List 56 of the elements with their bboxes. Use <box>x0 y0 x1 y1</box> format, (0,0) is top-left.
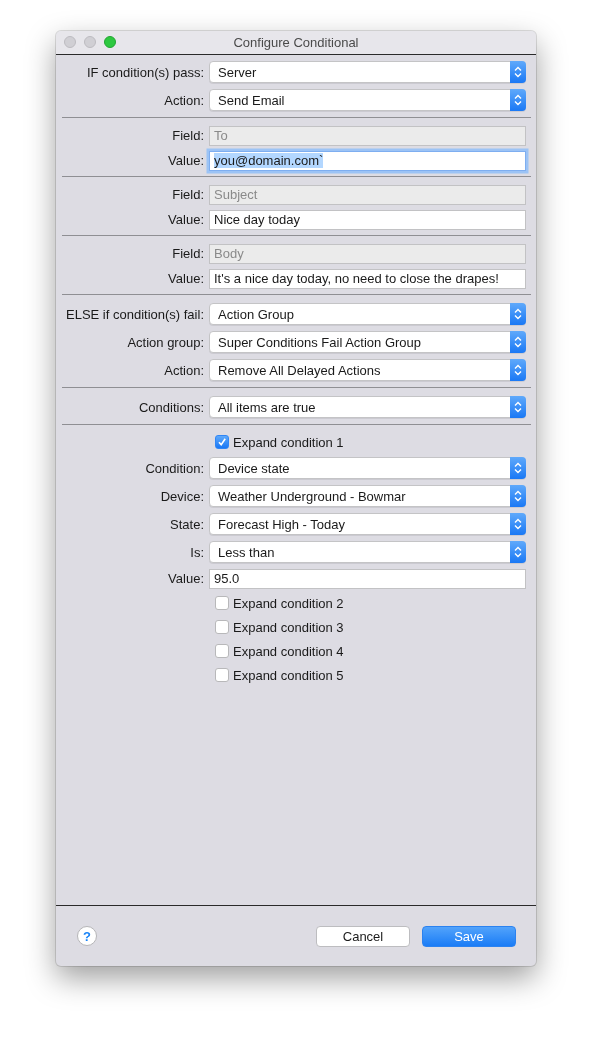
stepper-arrows-icon <box>514 94 522 106</box>
minimize-window-icon[interactable] <box>84 36 96 48</box>
help-button[interactable]: ? <box>77 926 97 946</box>
field-label: Value: <box>168 212 204 227</box>
readonly-field: Subject <box>209 184 526 205</box>
readonly-field: To <box>209 125 526 146</box>
input-field[interactable]: you@domain.com` <box>209 150 526 171</box>
field-label: Field: <box>172 246 204 261</box>
field-label: Action: <box>164 92 204 108</box>
popup-button[interactable]: Device state <box>209 457 526 479</box>
stepper-arrows-icon <box>514 401 522 413</box>
field-label: ELSE if condition(s) fail: <box>66 306 204 322</box>
field-label: Field: <box>172 128 204 143</box>
field-label: Condition: <box>145 460 204 476</box>
window-title: Configure Conditional <box>233 35 359 50</box>
stepper-arrows-icon <box>514 546 522 558</box>
expand-checkbox[interactable]: Expand condition 5 <box>215 667 344 683</box>
close-window-icon[interactable] <box>64 36 76 48</box>
popup-button[interactable]: Forecast High - Today <box>209 513 526 535</box>
stepper-arrows-icon <box>514 518 522 530</box>
input-field[interactable]: Nice day today <box>209 209 526 230</box>
popup-button[interactable]: Less than <box>209 541 526 563</box>
readonly-field: Body <box>209 243 526 264</box>
expand-checkbox[interactable]: Expand condition 4 <box>215 643 344 659</box>
stepper-arrows-icon <box>514 66 522 78</box>
checkmark-icon <box>217 437 227 447</box>
stepper-arrows-icon <box>514 336 522 348</box>
popup-button[interactable]: Server <box>209 61 526 83</box>
popup-button[interactable]: All items are true <box>209 396 526 418</box>
field-label: Field: <box>172 187 204 202</box>
stepper-arrows-icon <box>514 308 522 320</box>
field-label: Value: <box>168 571 204 586</box>
field-label: Is: <box>190 544 204 560</box>
field-label: Action: <box>164 362 204 378</box>
stepper-arrows-icon <box>514 364 522 376</box>
field-label: Device: <box>160 488 204 504</box>
push-button[interactable]: Cancel <box>316 925 410 947</box>
stepper-arrows-icon <box>514 462 522 474</box>
popup-button[interactable]: Action Group <box>209 303 526 325</box>
zoom-window-icon[interactable] <box>104 36 116 48</box>
popup-button[interactable]: Remove All Delayed Actions <box>209 359 526 381</box>
field-label: Value: <box>168 271 204 286</box>
field-label: State: <box>170 516 204 532</box>
expand-checkbox[interactable]: Expand condition 2 <box>215 595 344 611</box>
popup-button[interactable]: Weather Underground - Bowmar <box>209 485 526 507</box>
field-label: Action group: <box>127 334 204 350</box>
expand-checkbox[interactable]: Expand condition 3 <box>215 619 344 635</box>
popup-button[interactable]: Send Email <box>209 89 526 111</box>
field-label: Value: <box>168 153 204 168</box>
popup-button[interactable]: Super Conditions Fail Action Group <box>209 331 526 353</box>
expand-checkbox[interactable]: Expand condition 1 <box>215 434 344 450</box>
field-label: Conditions: <box>138 399 204 415</box>
field-label: IF condition(s) pass: <box>86 64 204 80</box>
input-field[interactable]: 95.0 <box>209 568 526 589</box>
input-field[interactable]: It's a nice day today, no need to close the drapes! <box>209 268 526 289</box>
stepper-arrows-icon <box>514 490 522 502</box>
